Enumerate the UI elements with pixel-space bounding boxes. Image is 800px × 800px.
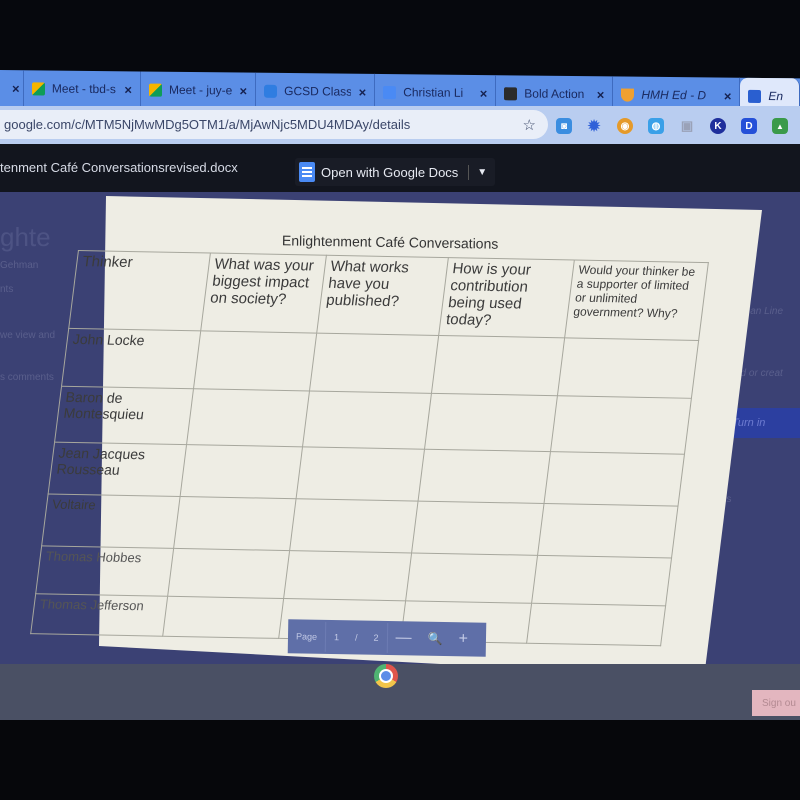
page-label: Page [295,631,318,642]
answer-cell[interactable] [283,550,412,601]
total-pages: 2 [373,632,379,643]
header-impact: What was your biggest impact on society? [200,253,327,334]
answer-cell[interactable] [526,603,666,646]
thinker-name: Jean Jacques Rousseau [48,442,187,497]
google-docs-icon [299,162,315,182]
monitor-bezel-bottom [0,720,800,800]
answer-cell[interactable] [550,395,692,455]
attachment-link-fragment[interactable]: ian Line [748,306,783,317]
tab-close-icon[interactable]: × [240,83,248,98]
file-name: tenment Café Conversationsrevised.docx [0,160,238,175]
tab-label: GCSD Class [284,83,351,99]
answer-cell[interactable] [302,390,432,450]
bookmark-star-icon[interactable]: ☆ [523,116,536,134]
answer-cell[interactable] [180,444,303,499]
tab-label: Bold Action [524,86,585,102]
zoom-icon[interactable]: 🔍 [419,632,450,647]
tab-close-icon[interactable]: × [124,82,132,97]
browser-toolbar: google.com/c/MTM5NjMwMDg5OTM1/a/MjAwNjc5… [0,106,800,144]
open-with-google-docs-button[interactable]: Open with Google Docs ▼ [295,158,496,186]
answer-cell[interactable] [544,451,685,507]
answer-cell[interactable] [309,333,439,394]
k-extension-icon[interactable]: K [710,118,726,134]
address-url[interactable]: google.com/c/MTM5NjMwMDg5OTM1/a/MjAwNjc5… [0,117,523,132]
tab-close-icon[interactable]: × [480,86,488,101]
page-navigation-control: Page 1 / 2 — 🔍 + [287,619,487,657]
chevron-down-icon[interactable]: ▼ [469,167,495,178]
google-meet-icon [148,83,162,97]
answer-cell[interactable] [424,393,558,452]
answer-cell[interactable] [537,503,678,558]
thinker-name: Baron de Montesquieu [54,386,194,445]
class-comments-fragment: s comments [0,372,54,383]
answer-cell[interactable] [296,446,425,502]
open-with-label: Open with Google Docs [321,164,470,180]
header-government: Would your thinker be a supporter of lim… [564,260,709,341]
address-bar[interactable]: google.com/c/MTM5NjMwMDg5OTM1/a/MjAwNjc5… [0,110,548,139]
tab-label: HMH Ed - D [641,87,707,103]
assignment-instructions-fragment: we view and [0,330,56,341]
monitor-bezel-top [0,0,800,70]
tab-close-icon[interactable]: × [724,88,732,103]
answer-cell[interactable] [162,596,284,639]
sun-extension-icon[interactable]: ✹ [586,118,602,135]
d-extension-icon[interactable]: D [741,118,757,134]
zoom-out-button[interactable]: — [387,629,419,648]
answer-cell[interactable] [173,496,297,551]
header-thinker: Thinker [68,250,211,331]
assignment-points-fragment: nts [0,284,14,295]
google-meet-icon [31,81,45,95]
document-title: Enlightenment Café Conversations [281,232,499,252]
answer-cell[interactable] [167,548,290,599]
assignment-author-fragment: Gehman [0,260,39,271]
current-page-number[interactable]: 1 [326,632,347,642]
answer-cell[interactable] [418,449,551,504]
compass-extension-icon[interactable]: ◉ [617,118,633,134]
tab-meet-1[interactable]: Meet - tbd-s × [23,70,141,108]
google-docs-icon [383,85,397,99]
contact-icon [504,86,518,100]
tab-label: Meet - juy-e [168,82,232,98]
tab-label: Christian Li [403,85,464,100]
thinker-name: Voltaire [41,493,181,549]
tab-close-icon[interactable]: × [12,81,20,96]
answer-cell[interactable] [193,330,317,391]
answer-cell[interactable] [186,388,310,447]
zoom-in-button[interactable]: + [450,630,476,648]
page-separator: / [354,632,358,643]
answer-cell[interactable] [405,552,538,604]
table-header-row: Thinker What was your biggest impact on … [68,250,709,341]
tab-label: En [768,89,784,104]
tab-gcsd-class[interactable]: GCSD Class × [256,72,376,110]
assignment-title-fragment: ghte [0,222,51,252]
tab-label: Meet - tbd-s [51,81,116,97]
globe-extension-icon[interactable]: ◍ [648,118,664,134]
tab-close-icon[interactable]: × [359,84,367,99]
thinker-table: Thinker What was your biggest impact on … [30,250,709,646]
thinker-name: Thomas Hobbes [35,545,174,597]
header-contribution: How is your contribution being used toda… [438,257,575,338]
header-works: What works have you published? [316,255,449,336]
cloud-extension-icon[interactable]: ◙ [556,118,572,134]
cloud-icon [264,84,278,98]
answer-cell[interactable] [411,501,545,556]
puzzle-extension-icon[interactable]: ▣ [679,118,695,134]
thinker-name: Thomas Jefferson [30,593,168,637]
thinker-name: John Locke [61,328,201,389]
answer-cell[interactable] [289,498,419,553]
answer-cell[interactable] [431,335,565,396]
hmh-icon [621,88,635,102]
answer-cell[interactable] [531,555,672,606]
classroom-extension-icon[interactable]: ▲ [772,118,788,134]
tab-close-icon[interactable]: × [597,87,605,102]
classroom-icon [748,89,762,103]
tab-partial[interactable]: × [0,70,24,107]
sign-out-button[interactable]: Sign ou [752,690,800,716]
chrome-launcher-icon[interactable] [374,664,398,688]
answer-cell[interactable] [557,337,699,399]
os-shelf [0,664,800,720]
tab-meet-2[interactable]: Meet - juy-e × [140,71,257,109]
